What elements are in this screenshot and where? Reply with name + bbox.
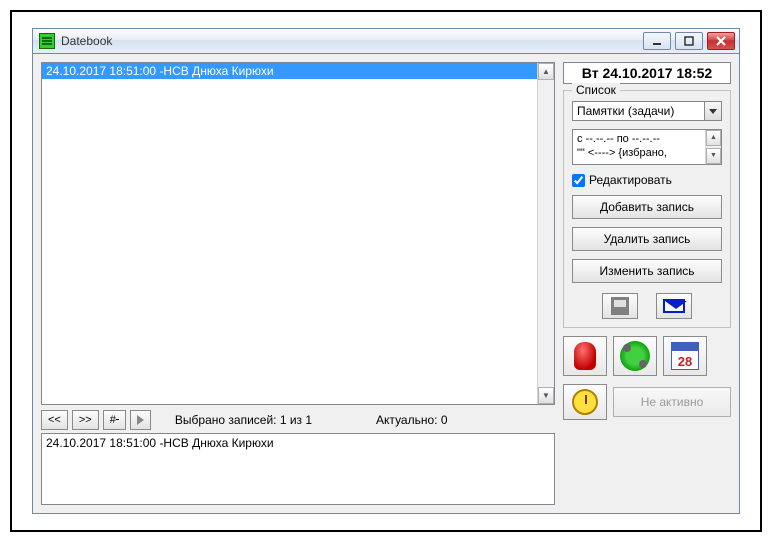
hash-button[interactable]: # bbox=[103, 410, 126, 430]
inactive-button[interactable]: Не активно bbox=[613, 387, 731, 417]
selection-count: Выбрано записей: 1 из 1 bbox=[175, 413, 312, 427]
chevron-down-icon[interactable] bbox=[704, 101, 722, 121]
scroll-down-icon[interactable]: ▼ bbox=[538, 387, 554, 404]
scrollbar[interactable]: ▲ ▼ bbox=[537, 63, 554, 404]
next-button[interactable]: >> bbox=[72, 410, 99, 430]
close-button[interactable] bbox=[707, 32, 735, 50]
envelope-icon bbox=[663, 299, 685, 313]
delete-entry-button[interactable]: Удалить запись bbox=[572, 227, 722, 251]
filter-line: с --.--.-- по --.--.-- bbox=[577, 132, 703, 146]
save-button[interactable] bbox=[602, 293, 638, 319]
scroll-up-icon[interactable]: ▲ bbox=[706, 130, 721, 146]
entries-listbox[interactable]: 24.10.2017 18:51:00 -НСВ Днюха Кирюхи ▲ … bbox=[41, 62, 555, 405]
groupbox-title: Список bbox=[572, 83, 620, 97]
calendar-button[interactable]: 28 bbox=[663, 336, 707, 376]
edit-checkbox[interactable] bbox=[572, 174, 585, 187]
client-area: 24.10.2017 18:51:00 -НСВ Днюха Кирюхи ▲ … bbox=[32, 54, 740, 514]
alarm-button[interactable] bbox=[563, 384, 607, 420]
calendar-icon: 28 bbox=[671, 342, 699, 370]
filter-box[interactable]: с --.--.-- по --.--.-- "" <----> {избран… bbox=[572, 129, 722, 165]
settings-button[interactable] bbox=[613, 336, 657, 376]
maximize-button[interactable] bbox=[675, 32, 703, 50]
edit-checkbox-row[interactable]: Редактировать bbox=[572, 173, 722, 187]
record-button[interactable] bbox=[563, 336, 607, 376]
detail-text: 24.10.2017 18:51:00 -НСВ Днюха Кирюхи bbox=[46, 436, 550, 450]
play-icon bbox=[137, 415, 144, 425]
app-window: Datebook 24.10.2017 18:51:00 -НСВ Днюха … bbox=[32, 28, 740, 514]
floppy-icon bbox=[611, 297, 629, 315]
mail-button[interactable] bbox=[656, 293, 692, 319]
actual-count: Актуально: 0 bbox=[376, 413, 447, 427]
filter-line: "" <----> {избрано, bbox=[577, 146, 703, 160]
scroll-up-icon[interactable]: ▲ bbox=[538, 63, 554, 80]
nav-row: << >> # Выбрано записей: 1 из 1 Актуальн… bbox=[41, 409, 555, 431]
app-icon bbox=[39, 33, 55, 49]
filter-dropdown[interactable]: Памятки (задачи) bbox=[572, 101, 722, 121]
detail-box[interactable]: 24.10.2017 18:51:00 -НСВ Днюха Кирюхи bbox=[41, 433, 555, 505]
titlebar[interactable]: Datebook bbox=[32, 28, 740, 54]
add-entry-button[interactable]: Добавить запись bbox=[572, 195, 722, 219]
microphone-icon bbox=[574, 342, 596, 370]
edit-entry-button[interactable]: Изменить запись bbox=[572, 259, 722, 283]
clock-icon bbox=[572, 389, 598, 415]
minimize-button[interactable] bbox=[643, 32, 671, 50]
current-datetime: Вт 24.10.2017 18:52 bbox=[563, 62, 731, 84]
gear-icon bbox=[620, 341, 650, 371]
play-button[interactable] bbox=[130, 410, 151, 430]
right-pane: Вт 24.10.2017 18:52 Список Памятки (зада… bbox=[563, 62, 731, 505]
left-pane: 24.10.2017 18:51:00 -НСВ Днюха Кирюхи ▲ … bbox=[41, 62, 555, 505]
window-title: Datebook bbox=[61, 34, 643, 48]
edit-label: Редактировать bbox=[589, 173, 672, 187]
list-item[interactable]: 24.10.2017 18:51:00 -НСВ Днюха Кирюхи bbox=[42, 63, 554, 79]
prev-button[interactable]: << bbox=[41, 410, 68, 430]
list-groupbox: Список Памятки (задачи) с --.--.-- по --… bbox=[563, 90, 731, 328]
scroll-down-icon[interactable]: ▼ bbox=[706, 148, 721, 164]
filter-value: Памятки (задачи) bbox=[572, 101, 704, 121]
scrollbar[interactable]: ▲ ▼ bbox=[705, 130, 721, 164]
